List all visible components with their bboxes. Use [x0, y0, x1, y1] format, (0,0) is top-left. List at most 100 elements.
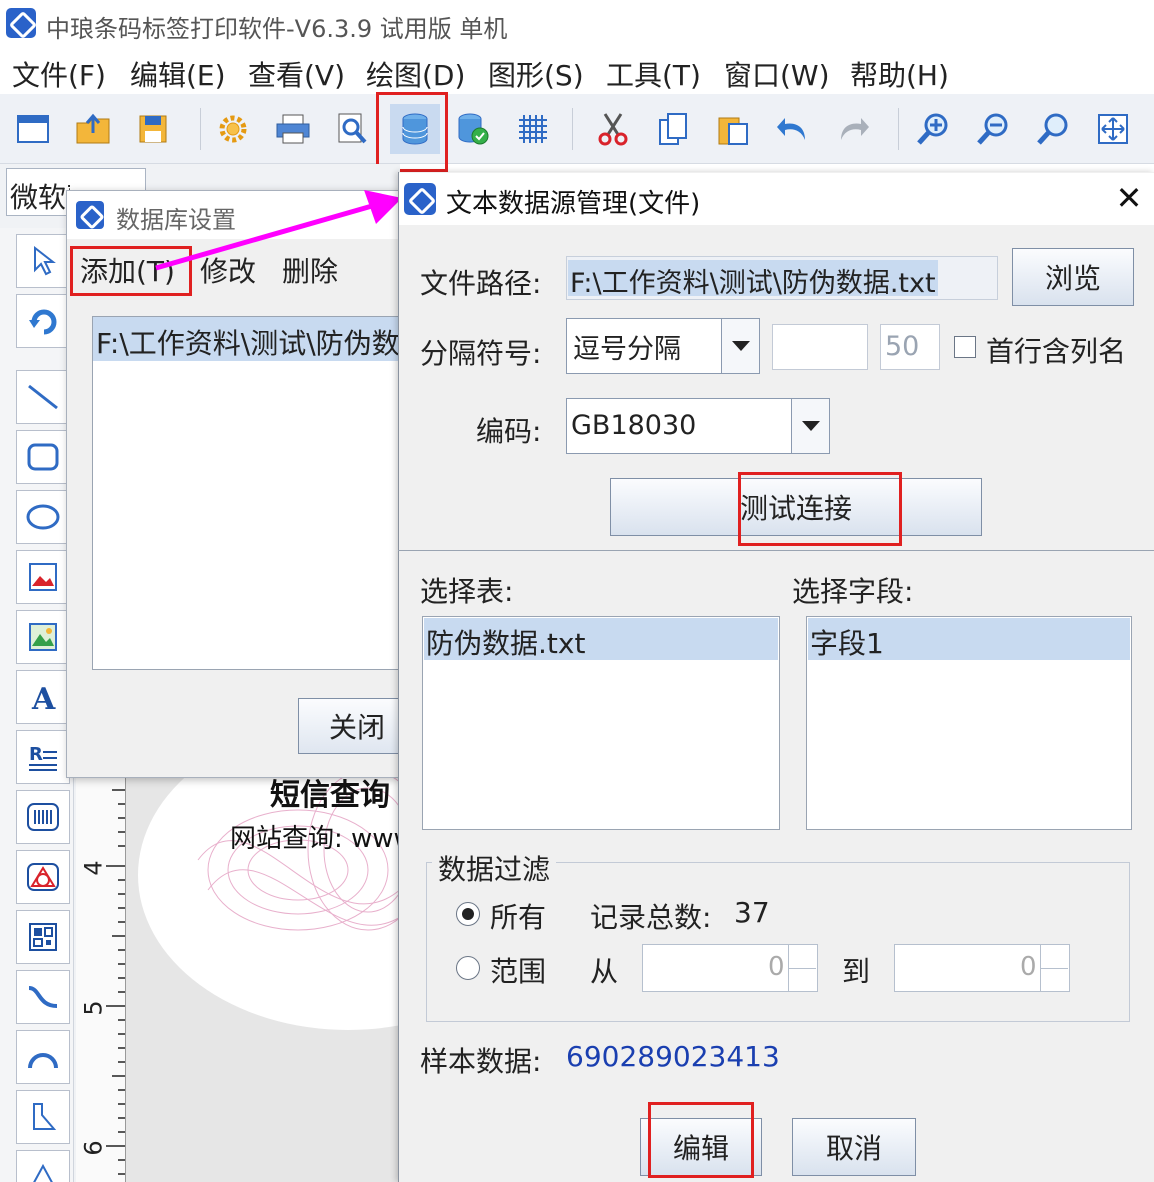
range-to-value: 0: [1020, 952, 1037, 982]
menu-draw[interactable]: 绘图(D): [366, 54, 465, 94]
left-toolbox: A R: [0, 228, 74, 1182]
menu-help[interactable]: 帮助(H): [850, 54, 949, 94]
settings-icon[interactable]: [210, 106, 256, 152]
curve-icon[interactable]: [16, 970, 70, 1024]
save-icon[interactable]: [130, 106, 176, 152]
browse-button[interactable]: 浏览: [1012, 248, 1134, 306]
undo-icon[interactable]: [770, 106, 816, 152]
field-list-item[interactable]: 字段1: [810, 622, 884, 662]
datasource-dialog-title: 文本数据源管理(文件): [446, 189, 701, 219]
print-icon[interactable]: [270, 106, 316, 152]
range-from-spinner[interactable]: [788, 945, 816, 991]
copy-icon[interactable]: [650, 106, 696, 152]
first-row-header-checkbox[interactable]: [954, 336, 976, 358]
range-from-value: 0: [768, 952, 785, 982]
encoding-label: 编码:: [476, 415, 542, 448]
text-icon[interactable]: A: [16, 670, 70, 724]
vertical-ruler: [76, 770, 126, 1182]
toolbar-separator: [572, 108, 573, 150]
separator-value: 逗号分隔: [573, 334, 681, 365]
redo-icon[interactable]: [830, 106, 876, 152]
record-count-label: 记录总数:: [590, 901, 712, 934]
close-icon[interactable]: ✕: [1112, 180, 1146, 216]
db-close-button[interactable]: 关闭: [298, 698, 400, 754]
barcode-icon[interactable]: [16, 790, 70, 844]
toolbar-separator: [898, 108, 899, 150]
custom-separator-input[interactable]: [772, 324, 868, 370]
ellipse-icon[interactable]: [16, 490, 70, 544]
rotate-icon[interactable]: [16, 294, 70, 348]
polygon-icon[interactable]: [16, 1090, 70, 1144]
toolbar: [0, 94, 1154, 164]
cancel-button[interactable]: 取消: [792, 1118, 916, 1176]
ruler-mark: 5: [79, 1000, 108, 1016]
font-select-value: 微软雅黑: [10, 181, 70, 214]
menu-shape[interactable]: 图形(S): [488, 54, 584, 94]
label-text-website[interactable]: 网站查询: www: [230, 818, 398, 855]
zoom-out-icon[interactable]: [970, 106, 1016, 152]
app-logo-icon: [6, 8, 36, 38]
rich-text-icon[interactable]: R: [16, 730, 70, 784]
separator-label: 分隔符号:: [420, 337, 542, 370]
file-path-value: F:\工作资料\测试\防伪数据.txt: [570, 268, 936, 299]
fit-page-icon[interactable]: [1090, 106, 1136, 152]
first-row-header-label: 首行含列名: [986, 335, 1127, 368]
select-table-label: 选择表:: [420, 575, 514, 608]
cut-icon[interactable]: [590, 106, 636, 152]
chevron-down-icon[interactable]: [791, 399, 829, 453]
divider: [398, 550, 1154, 551]
picture-icon[interactable]: [16, 610, 70, 664]
record-count-value: 37: [734, 896, 770, 929]
highlight-database-button: [376, 92, 448, 172]
svg-text:R: R: [29, 744, 43, 765]
ruler-mark: 4: [79, 860, 108, 876]
print-preview-icon[interactable]: [330, 106, 376, 152]
sample-data-value: 690289023413: [566, 1040, 780, 1073]
encoding-value: GB18030: [571, 410, 697, 441]
file-path-label: 文件路径:: [420, 267, 542, 300]
app-title: 中琅条码标签打印软件-V6.3.9 试用版 单机: [46, 15, 508, 43]
shape-icon[interactable]: [16, 850, 70, 904]
menu-view[interactable]: 查看(V): [248, 54, 345, 94]
new-icon[interactable]: [10, 106, 56, 152]
qrcode-icon[interactable]: [16, 910, 70, 964]
filter-all-radio[interactable]: [456, 902, 480, 926]
data-filter-label: 数据过滤: [432, 848, 557, 888]
highlight-test-button: [738, 472, 902, 546]
select-field-label: 选择字段:: [792, 575, 914, 608]
filter-range-radio[interactable]: [456, 956, 480, 980]
rectangle-icon[interactable]: [16, 430, 70, 484]
menu-edit[interactable]: 编辑(E): [130, 54, 226, 94]
menu-file[interactable]: 文件(F): [12, 54, 106, 94]
ruler-mark: 6: [79, 1140, 108, 1156]
database-connect-icon[interactable]: [450, 106, 496, 152]
pointer-icon[interactable]: [16, 234, 70, 288]
highlight-edit-button: [648, 1102, 754, 1178]
paste-icon[interactable]: [710, 106, 756, 152]
grid-icon[interactable]: [510, 106, 556, 152]
table-list-item[interactable]: 防伪数据.txt: [426, 622, 585, 662]
range-from-label: 从: [590, 955, 619, 988]
app-logo-icon: [404, 183, 436, 215]
menu-bar: 文件(F) 编辑(E) 查看(V) 绘图(D) 图形(S) 工具(T) 窗口(W…: [0, 46, 1154, 94]
menu-window[interactable]: 窗口(W): [724, 54, 830, 94]
arc-icon[interactable]: [16, 1030, 70, 1084]
range-to-spinner[interactable]: [1040, 945, 1068, 991]
separator-width-input[interactable]: 50: [880, 324, 940, 370]
database-list[interactable]: [92, 316, 400, 670]
zoom-icon[interactable]: [1030, 106, 1076, 152]
range-to-label: 到: [842, 955, 871, 988]
image-icon[interactable]: [16, 550, 70, 604]
open-icon[interactable]: [70, 106, 116, 152]
app-logo-icon: [76, 201, 104, 229]
menu-tools[interactable]: 工具(T): [606, 54, 701, 94]
sample-data-label: 样本数据:: [420, 1045, 542, 1078]
filter-all-label: 所有: [490, 901, 547, 934]
zoom-in-icon[interactable]: [910, 106, 956, 152]
triangle-icon[interactable]: [16, 1150, 70, 1182]
chevron-down-icon[interactable]: [721, 319, 759, 373]
svg-text:A: A: [31, 682, 56, 712]
line-icon[interactable]: [16, 370, 70, 424]
database-list-item[interactable]: F:\工作资料\测试\防伪数据.txt: [96, 322, 398, 362]
toolbar-separator: [200, 108, 201, 150]
